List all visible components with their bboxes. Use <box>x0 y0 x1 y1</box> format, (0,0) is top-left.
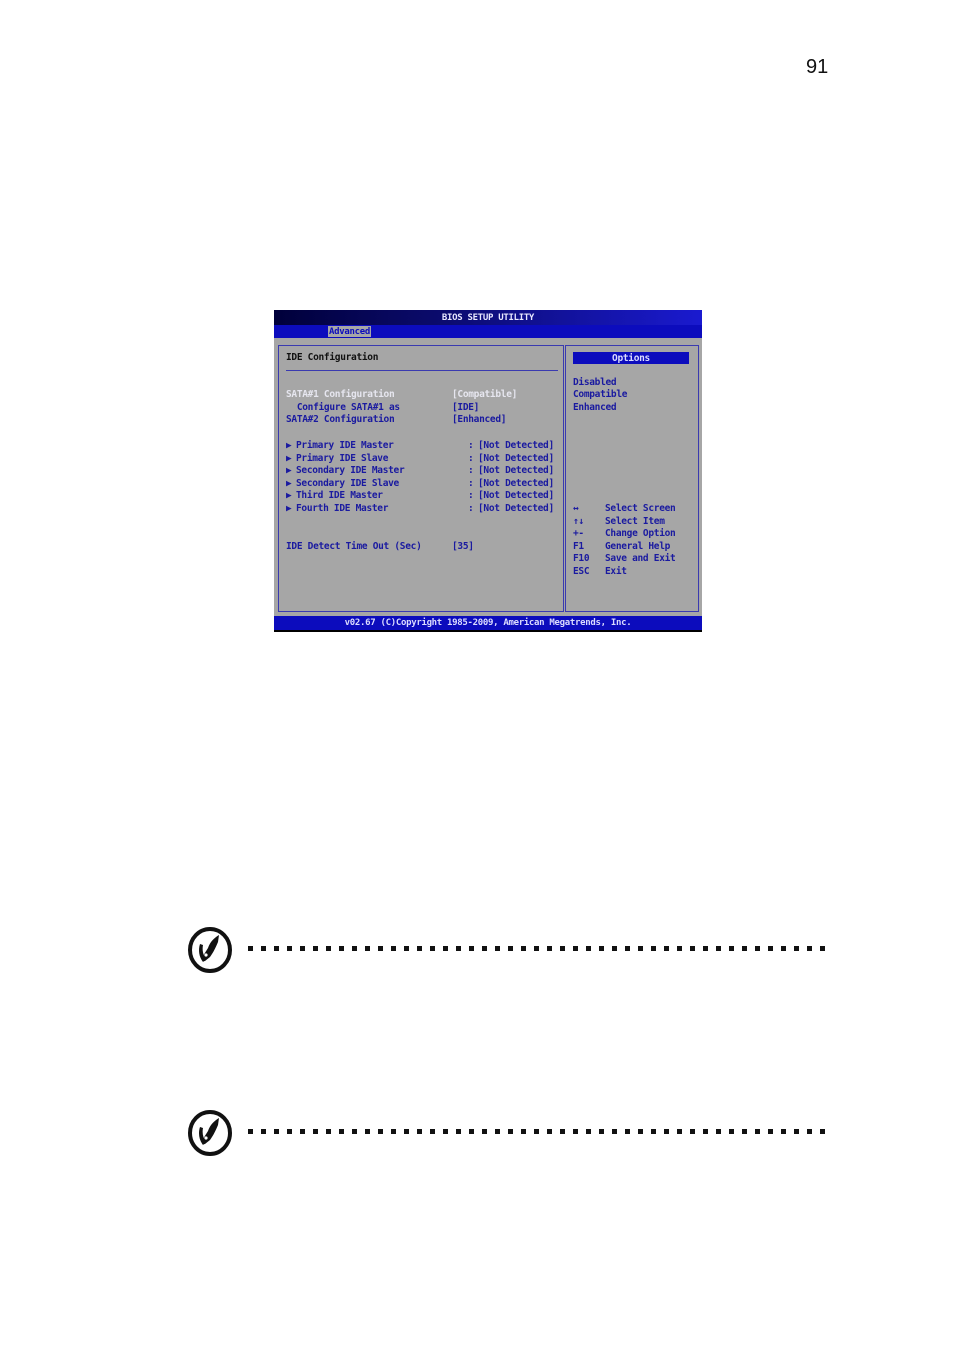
device-secondary-master[interactable]: Secondary IDE Master <box>296 465 405 477</box>
page-number: 91 <box>806 56 829 78</box>
setting-timeout-label[interactable]: IDE Detect Time Out (Sec) <box>286 541 422 553</box>
help-key-f1: F1 <box>573 541 584 552</box>
setting-sata1-mode-label[interactable]: Configure SATA#1 as <box>286 402 400 414</box>
device-separator: : <box>468 440 474 451</box>
dotted-rule <box>248 1129 832 1134</box>
option-disabled[interactable]: Disabled <box>573 377 617 389</box>
device-status: [Not Detected] <box>478 465 554 476</box>
bios-footer: v02.67 (C)Copyright 1985-2009, American … <box>274 616 702 630</box>
device-status: [Not Detected] <box>478 503 554 514</box>
help-action: Save and Exit <box>605 553 676 564</box>
submenu-arrow-icon: ▶ <box>286 440 292 451</box>
section-title: IDE Configuration <box>286 352 379 363</box>
setting-sata1-mode-value[interactable]: [IDE] <box>452 402 479 414</box>
help-panel: Options Disabled Compatible Enhanced ↔ S… <box>565 345 699 612</box>
tab-advanced[interactable]: Advanced <box>328 326 371 337</box>
submenu-arrow-icon: ▶ <box>286 453 292 464</box>
device-separator: : <box>468 453 474 464</box>
option-compatible[interactable]: Compatible <box>573 389 628 401</box>
note-pen-icon <box>188 1110 232 1156</box>
bios-screenshot: BIOS SETUP UTILITY Advanced IDE Configur… <box>274 310 702 632</box>
help-action: Select Item <box>605 516 665 527</box>
submenu-arrow-icon: ▶ <box>286 478 292 489</box>
options-header: Options <box>573 352 689 364</box>
device-third-master[interactable]: Third IDE Master <box>296 490 383 502</box>
setting-sata1-value[interactable]: [Compatible] <box>452 389 517 401</box>
device-separator: : <box>468 490 474 501</box>
bios-title: BIOS SETUP UTILITY <box>274 310 702 325</box>
device-status: [Not Detected] <box>478 440 554 451</box>
device-status: [Not Detected] <box>478 453 554 464</box>
device-fourth-master[interactable]: Fourth IDE Master <box>296 503 388 515</box>
help-action: General Help <box>605 541 671 552</box>
setting-sata1-label[interactable]: SATA#1 Configuration <box>286 389 395 401</box>
help-key-arrows-ud: ↑↓ <box>573 516 584 527</box>
device-primary-master[interactable]: Primary IDE Master <box>296 440 394 452</box>
help-key-esc: ESC <box>573 566 590 577</box>
device-status: [Not Detected] <box>478 478 554 489</box>
setting-timeout-value[interactable]: [35] <box>452 541 474 553</box>
help-action: Exit <box>605 566 627 577</box>
device-separator: : <box>468 478 474 489</box>
submenu-arrow-icon: ▶ <box>286 490 292 501</box>
option-enhanced[interactable]: Enhanced <box>573 402 617 414</box>
device-primary-slave[interactable]: Primary IDE Slave <box>296 453 388 465</box>
setting-sata2-label[interactable]: SATA#2 Configuration <box>286 414 395 426</box>
device-status: [Not Detected] <box>478 490 554 501</box>
setting-sata2-value[interactable]: [Enhanced] <box>452 414 507 426</box>
note-pen-icon <box>188 927 232 973</box>
section-divider <box>286 370 558 371</box>
submenu-arrow-icon: ▶ <box>286 503 292 514</box>
bios-bottom-edge <box>274 630 702 632</box>
submenu-arrow-icon: ▶ <box>286 465 292 476</box>
dotted-rule <box>248 946 832 951</box>
device-separator: : <box>468 465 474 476</box>
help-key-arrows-lr: ↔ <box>573 503 579 514</box>
device-separator: : <box>468 503 474 514</box>
settings-panel: IDE Configuration SATA#1 Configuration [… <box>278 345 564 612</box>
help-action: Change Option <box>605 528 676 539</box>
help-key-plus-minus: +- <box>573 528 584 539</box>
bios-menubar: Advanced <box>274 325 702 338</box>
help-action: Select Screen <box>605 503 676 514</box>
help-key-f10: F10 <box>573 553 590 564</box>
device-secondary-slave[interactable]: Secondary IDE Slave <box>296 478 399 490</box>
